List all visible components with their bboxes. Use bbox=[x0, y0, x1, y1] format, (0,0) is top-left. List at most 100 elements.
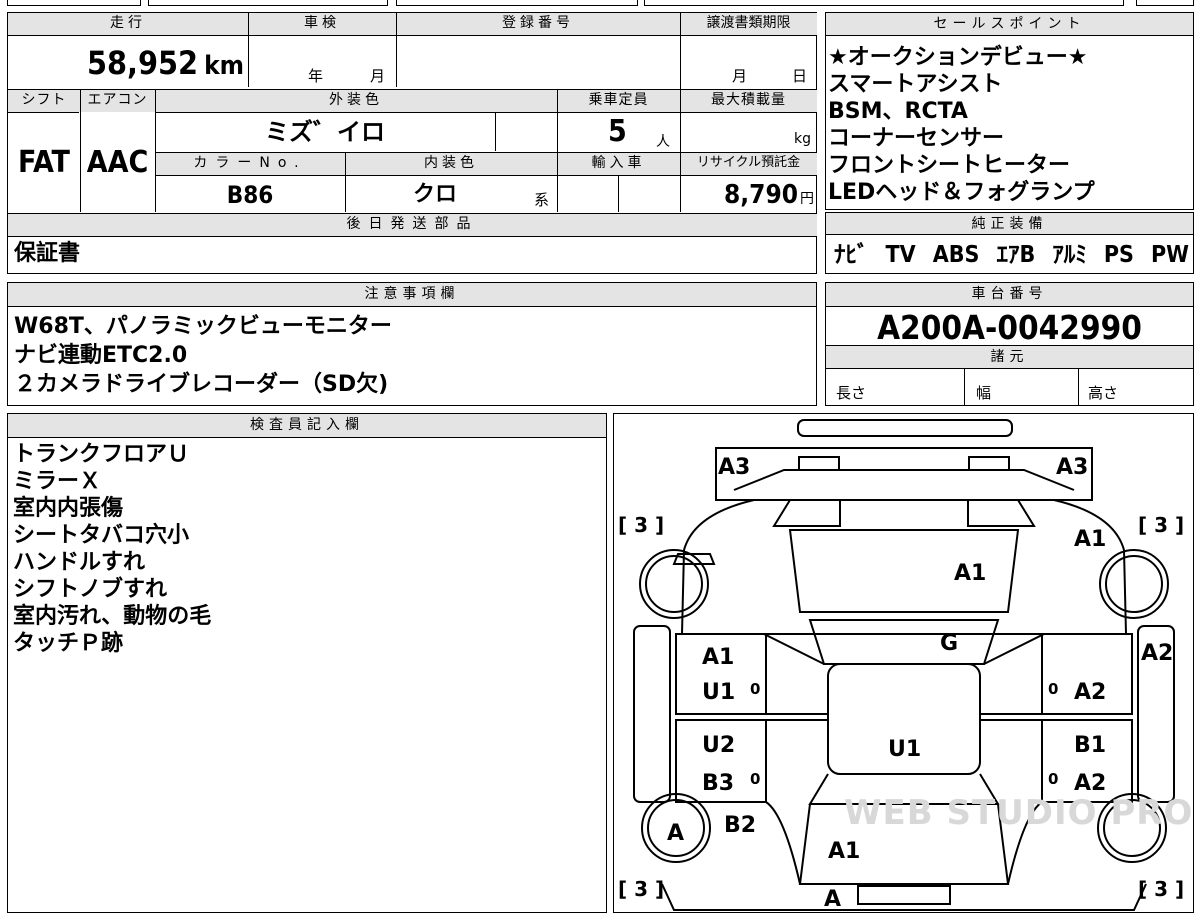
recycle-label: リサイクル預託金 bbox=[680, 153, 817, 175]
registration-label: 登録番号 bbox=[396, 13, 680, 35]
genuine-equipment-list: ﾅﾋﾞ TV ABS ｴｱB ｱﾙﾐ PS PW bbox=[834, 237, 1189, 273]
mark-a3-right: A3 bbox=[1056, 455, 1088, 480]
top-strip-4 bbox=[644, 0, 1124, 6]
mark-a3-left: A3 bbox=[718, 455, 750, 480]
mark-a1-rear: A1 bbox=[828, 839, 860, 864]
equipment-item: ｱﾙﾐ bbox=[1052, 242, 1087, 268]
mark-a1-hood: A1 bbox=[954, 561, 986, 586]
sales-point-item: コーナーセンサー bbox=[828, 126, 1005, 151]
notes-panel: 注意事項欄 W68T、パノラミックビューモニター ナビ連動ETC2.0 ２カメラドラ… bbox=[7, 282, 817, 406]
inspector-line: ハンドルすれ bbox=[13, 550, 146, 575]
mark-a2-right: A2 bbox=[1141, 641, 1173, 666]
note-line: ナビ連動ETC2.0 bbox=[14, 343, 188, 368]
notes-label: 注意事項欄 bbox=[8, 283, 816, 307]
vehicle-info-table: 走行 車検 登録番号 譲渡書類期限 58,952 km 年 月 月 日 シフト エ… bbox=[7, 12, 817, 274]
later-parts-label: 後日発送部品 bbox=[8, 214, 817, 236]
inspector-panel: 検査員記入欄 トランクフロアＵ ミラーＸ 室内内張傷 シートタバコ穴小 ハンドルすれ シフ… bbox=[7, 413, 607, 913]
equipment-item: ABS bbox=[932, 242, 980, 268]
shaken-month: 月 bbox=[370, 67, 386, 85]
sales-point-item: ★オークションデビュー★ bbox=[828, 45, 1088, 70]
load-label: 最大積載量 bbox=[680, 90, 817, 112]
capacity-unit: 人 bbox=[656, 134, 670, 150]
chassis-number: A200A-0042990 bbox=[877, 308, 1142, 347]
sales-points-label: セールスポイント bbox=[826, 13, 1193, 36]
spec-height: 高さ bbox=[1088, 384, 1119, 402]
inspector-line: トランクフロアＵ bbox=[13, 442, 190, 467]
top-strip-1 bbox=[7, 0, 141, 6]
equipment-item: ｴｱB bbox=[996, 242, 1036, 268]
equipment-item: TV bbox=[885, 242, 916, 268]
sales-points-list: ★オークションデビュー★ スマートアシスト BSM、RCTA コーナーセンサー フロント… bbox=[828, 44, 1095, 206]
import-label: 輸入車 bbox=[557, 153, 680, 175]
color-no-value: B86 bbox=[226, 181, 274, 209]
shaken-label: 車検 bbox=[248, 13, 396, 35]
mark-u2-left-rear: U2 bbox=[702, 733, 735, 758]
car-diagram: A3 A3 A1 A1 G A2 A1 U1 A2 U2 B3 B1 A2 U1… bbox=[618, 419, 1193, 912]
genuine-equipment-panel: 純正装備 ﾅﾋﾞ TV ABS ｴｱB ｱﾙﾐ PS PW bbox=[825, 212, 1194, 274]
sales-point-item: フロントシートヒーター bbox=[828, 153, 1071, 178]
mark-b3-left-rear: B3 bbox=[702, 771, 734, 796]
deadline-day: 日 bbox=[792, 67, 808, 85]
damage-diagram-panel: A3 A3 A1 A1 G A2 A1 U1 A2 U2 B3 B1 A2 U1… bbox=[613, 413, 1194, 913]
color-no-label: カラーNo. bbox=[155, 153, 345, 175]
shift-label: シフト bbox=[8, 90, 80, 112]
interior-suffix: 系 bbox=[534, 191, 550, 209]
recycle-value: 8,790 円 bbox=[724, 180, 814, 210]
mark-g-glass: G bbox=[940, 631, 958, 656]
tire-bl: [ 3 ] bbox=[618, 877, 664, 901]
inspector-line: 室内汚れ、動物の毛 bbox=[13, 604, 212, 629]
interior-value: クロ bbox=[412, 182, 457, 207]
zero-mark-3: 0 bbox=[750, 770, 760, 788]
mark-a1-top-right: A1 bbox=[1074, 527, 1106, 552]
mileage-label: 走行 bbox=[8, 13, 248, 35]
tire-tl: [ 3 ] bbox=[618, 513, 664, 537]
note-line: W68T、パノラミックビューモニター bbox=[14, 314, 392, 339]
sales-point-item: スマートアシスト bbox=[828, 72, 1003, 97]
exterior-label: 外装色 bbox=[155, 90, 557, 112]
inspector-line: タッチＰ跡 bbox=[13, 631, 124, 656]
capacity-label: 乗車定員 bbox=[557, 90, 680, 112]
capacity-value: 5 bbox=[608, 114, 627, 149]
mark-u1-roof: U1 bbox=[888, 737, 921, 762]
genuine-equipment-label: 純正装備 bbox=[826, 213, 1193, 235]
mark-a1-left-door: A1 bbox=[702, 645, 734, 670]
chassis-label: 車台番号 bbox=[826, 283, 1193, 307]
watermark: WEB STUDIO PRO bbox=[844, 793, 1193, 833]
ac-label: エアコン bbox=[80, 90, 155, 112]
inspector-line: シフトノブすれ bbox=[13, 577, 168, 602]
load-unit: kg bbox=[794, 131, 811, 147]
mark-u1-left-door: U1 bbox=[702, 680, 735, 705]
mark-a2-right-front: A2 bbox=[1074, 680, 1106, 705]
mark-b1-right-rear: B1 bbox=[1074, 733, 1106, 758]
chassis-panel: 車台番号 A200A-0042990 諸元 長さ 幅 高さ bbox=[825, 282, 1194, 406]
specs-label: 諸元 bbox=[826, 346, 1193, 369]
inspector-line: 室内内張傷 bbox=[13, 496, 124, 521]
equipment-item: ﾅﾋﾞ bbox=[834, 242, 869, 268]
shift-value: FAT bbox=[18, 145, 70, 180]
deadline-month: 月 bbox=[732, 67, 748, 85]
shaken-year: 年 bbox=[308, 67, 324, 85]
top-strip-3 bbox=[396, 0, 638, 6]
sales-points-panel: セールスポイント ★オークションデビュー★ スマートアシスト BSM、RCTA コーナ… bbox=[825, 12, 1194, 210]
mark-b2-left-rear: B2 bbox=[724, 813, 756, 838]
sales-point-item: LEDヘッド＆フォグランプ bbox=[828, 180, 1095, 205]
zero-mark-2: 0 bbox=[1048, 680, 1058, 698]
top-strip-5 bbox=[1136, 0, 1194, 6]
note-line: ２カメラドライブレコーダー（SD欠) bbox=[14, 372, 389, 397]
zero-mark-4: 0 bbox=[1048, 770, 1058, 788]
spec-length: 長さ bbox=[836, 384, 867, 402]
exterior-value: ミズ゛イロ bbox=[265, 118, 385, 146]
inspector-list: トランクフロアＵ ミラーＸ 室内内張傷 シートタバコ穴小 ハンドルすれ シフトノブすれ 室内… bbox=[13, 441, 211, 657]
inspector-line: ミラーＸ bbox=[13, 469, 102, 494]
mark-a-tire: A bbox=[667, 821, 684, 846]
notes-list: W68T、パノラミックビューモニター ナビ連動ETC2.0 ２カメラドライブレコーダ… bbox=[14, 312, 392, 399]
mileage-value: 58,952 km bbox=[86, 44, 244, 82]
tire-br: [ 3 ] bbox=[1138, 877, 1184, 901]
sales-point-item: BSM、RCTA bbox=[828, 99, 968, 124]
deadline-label: 譲渡書類期限 bbox=[680, 13, 817, 35]
equipment-item: PW bbox=[1150, 242, 1189, 268]
tire-tr: [ 3 ] bbox=[1138, 513, 1184, 537]
inspector-label: 検査員記入欄 bbox=[8, 414, 606, 438]
inspector-line: シートタバコ穴小 bbox=[13, 523, 190, 548]
interior-label: 内装色 bbox=[345, 153, 557, 175]
